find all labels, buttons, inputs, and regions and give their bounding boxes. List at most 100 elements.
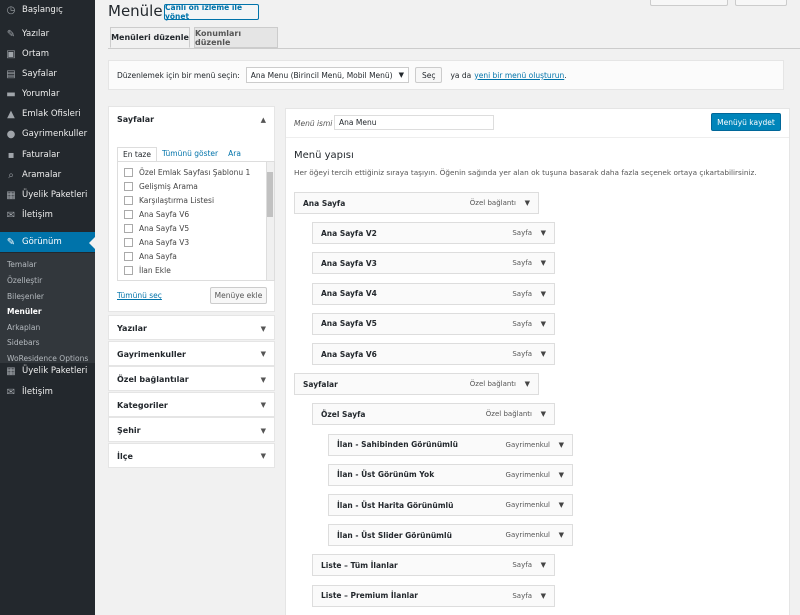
tab-most-recent[interactable]: En taze [117, 147, 157, 161]
sidebar-item-0[interactable]: ◷ Başlangıç [0, 0, 95, 20]
menu-select-dropdown[interactable]: Ana Menu (Birincil Menü, Mobil Menü) ▼ [245, 67, 409, 83]
menu-item[interactable]: İlan - Sahibinden Görünümlü Gayrimenkul ▼ [328, 433, 573, 456]
menu-item[interactable]: Ana Sayfa V4 Sayfa ▼ [312, 282, 555, 305]
select-all-link[interactable]: Tümünü seç [117, 291, 162, 300]
screen-options-button[interactable] [650, 0, 728, 6]
menu-item-type: Sayfa [512, 319, 532, 328]
page-checkbox[interactable] [124, 252, 133, 261]
accordion-header[interactable]: Gayrimenkuller ▼ [109, 342, 274, 367]
sidebar-item-label: Başlangıç [22, 5, 63, 15]
accordion-header[interactable]: İlçe ▼ [109, 444, 274, 469]
sidebar-item-1[interactable]: ✎ Yazılar [0, 24, 95, 44]
pin-icon: ✎ [6, 28, 16, 40]
package-icon: ▦ [6, 365, 16, 377]
menu-item-title: Ana Sayfa [303, 198, 346, 208]
accordion-header[interactable]: Kategoriler ▼ [109, 393, 274, 418]
menu-item[interactable]: Liste – Premium İlanlar Sayfa ▼ [312, 584, 555, 607]
submenu-item-4[interactable]: Arkaplan [7, 323, 40, 332]
sidebar-item-11[interactable]: ✎ Görünüm [0, 232, 95, 252]
menu-item[interactable]: İlan - Üst Harita Görünümlü Gayrimenkul ▼ [328, 494, 573, 516]
chevron-down-icon[interactable]: ▼ [559, 531, 564, 539]
sidebar-item-10[interactable]: ✉ İletişim [0, 205, 95, 225]
chevron-down-icon[interactable]: ▼ [541, 320, 546, 328]
chevron-down-icon[interactable]: ▼ [541, 350, 546, 358]
chevron-down-icon[interactable]: ▼ [559, 471, 564, 479]
accordion-title: İlçe [117, 451, 133, 461]
sidebar-after-item-0[interactable]: ▦ Üyelik Paketleri [0, 361, 95, 381]
chevron-down-icon[interactable]: ▼ [541, 410, 546, 418]
accordion-header[interactable]: Yazılar ▼ [109, 316, 274, 341]
menu-item[interactable]: Özel Sayfa Özel bağlantı ▼ [312, 403, 555, 426]
menu-item[interactable]: İlan - Üst Görünüm Yok Gayrimenkul ▼ [328, 463, 573, 486]
page-label: Ana Sayfa [139, 252, 177, 261]
page-checkbox[interactable] [124, 266, 133, 275]
page-checkbox[interactable] [124, 238, 133, 247]
save-menu-button[interactable]: Menüyü kaydet [711, 113, 781, 131]
chevron-down-icon[interactable]: ▼ [541, 290, 546, 298]
page-checkbox[interactable] [124, 196, 133, 205]
page-checkbox[interactable] [124, 210, 133, 219]
chevron-down-icon[interactable]: ▼ [541, 259, 546, 267]
menu-item[interactable]: Ana Sayfa V5 Sayfa ▼ [312, 312, 555, 335]
menu-item[interactable]: Ana Sayfa V3 Sayfa ▼ [312, 252, 555, 275]
page-checkbox[interactable] [124, 168, 133, 177]
sidebar-item-8[interactable]: ⌕ Aramalar [0, 165, 95, 185]
tab-edit-menus[interactable]: Menüleri düzenle [110, 27, 190, 48]
menu-item[interactable]: Ana Sayfa V6 Sayfa ▼ [312, 343, 555, 365]
tab-search[interactable]: Ara [223, 147, 246, 161]
chevron-down-icon[interactable]: ▼ [525, 380, 530, 388]
submenu-item-1[interactable]: Özelleştir [7, 276, 42, 285]
submenu-item-3[interactable]: Menüler [7, 307, 42, 316]
accordion-section-5[interactable]: İlçe ▼ [108, 442, 275, 469]
sidebar-item-6[interactable]: ● Gayrimenkuller [0, 124, 95, 144]
menu-item[interactable]: Sayfalar Özel bağlantı ▼ [294, 373, 539, 396]
menu-item-type: Gayrimenkul [505, 531, 550, 540]
accordion-section-0[interactable]: Yazılar ▼ [108, 315, 275, 340]
pages-box-header[interactable]: Sayfalar ▲ [109, 107, 274, 132]
sidebar-item-3[interactable]: ▤ Sayfalar [0, 64, 95, 84]
chevron-down-icon[interactable]: ▼ [525, 199, 530, 207]
chevron-down-icon[interactable]: ▼ [541, 592, 546, 600]
accordion-section-1[interactable]: Gayrimenkuller ▼ [108, 340, 275, 367]
menu-item[interactable]: İlan - Üst Slider Görünümlü Gayrimenkul ▼ [328, 524, 573, 547]
menu-item[interactable]: Ana Sayfa V2 Sayfa ▼ [312, 222, 555, 245]
chevron-up-icon: ▲ [260, 115, 266, 124]
chevron-down-icon[interactable]: ▼ [541, 561, 546, 569]
list-item: Ana Sayfa V3 [124, 238, 189, 247]
accordion-section-3[interactable]: Kategoriler ▼ [108, 391, 275, 418]
scroll-thumb[interactable] [267, 172, 273, 217]
sidebar-item-2[interactable]: ▣ Ortam [0, 44, 95, 64]
page-checkbox[interactable] [124, 224, 133, 233]
tab-manage-locations[interactable]: Konumları düzenle [194, 27, 278, 48]
accordion-title: Şehir [117, 426, 141, 435]
menu-item[interactable]: Liste – Tüm İlanlar Sayfa ▼ [312, 554, 555, 577]
menu-name-input[interactable]: Ana Menu [334, 115, 494, 130]
accordion-section-4[interactable]: Şehir ▼ [108, 417, 275, 442]
page-checkbox[interactable] [124, 182, 133, 191]
sidebar-after-item-1[interactable]: ✉ İletişim [0, 382, 95, 402]
accordion-section-2[interactable]: Özel bağlantılar ▼ [108, 366, 275, 391]
pages-scrollbar[interactable] [266, 162, 274, 280]
sidebar-item-9[interactable]: ▦ Üyelik Paketleri [0, 185, 95, 205]
submenu-item-2[interactable]: Bileşenler [7, 292, 44, 301]
chevron-down-icon[interactable]: ▼ [559, 501, 564, 509]
sidebar-item-4[interactable]: ▬ Yorumlar [0, 84, 95, 104]
live-preview-button[interactable]: Canlı ön izleme ile yönet [164, 3, 259, 21]
create-new-menu-link[interactable]: yeni bir menü oluşturun [474, 71, 564, 80]
pages-box: Sayfalar ▲ En taze Tümünü göster Ara Öze… [108, 106, 275, 312]
help-button[interactable] [735, 0, 787, 6]
menu-item[interactable]: Ana Sayfa Özel bağlantı ▼ [294, 192, 539, 214]
sidebar-item-7[interactable]: ▪ Faturalar [0, 145, 95, 165]
submenu-item-0[interactable]: Temalar [7, 260, 37, 269]
select-button[interactable]: Seç [414, 67, 443, 83]
chevron-down-icon[interactable]: ▼ [541, 229, 546, 237]
add-to-menu-button[interactable]: Menüye ekle [210, 287, 267, 304]
accordion-header[interactable]: Şehir ▼ [109, 418, 274, 443]
accordion-header[interactable]: Özel bağlantılar ▼ [109, 367, 274, 392]
sidebar-item-5[interactable]: ▲ Emlak Ofisleri [0, 104, 95, 124]
submenu-item-5[interactable]: Sidebars [7, 338, 40, 347]
page-title: Menüler [108, 2, 169, 20]
tab-view-all[interactable]: Tümünü göster [157, 147, 223, 161]
sidebar-item-label: Görünüm [22, 237, 62, 247]
chevron-down-icon[interactable]: ▼ [559, 441, 564, 449]
